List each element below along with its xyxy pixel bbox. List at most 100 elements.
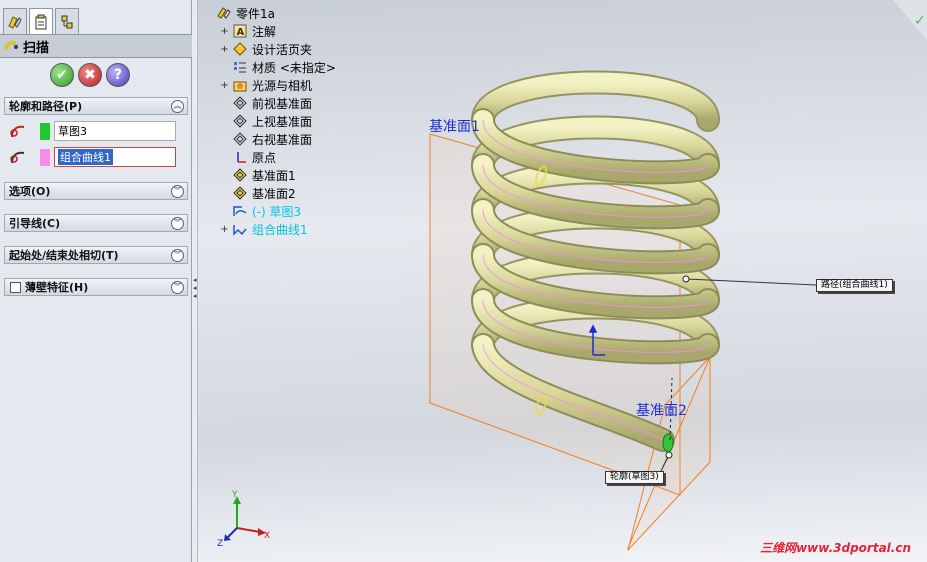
help-icon: ? [113, 67, 123, 83]
sweep-feature-icon [4, 40, 18, 51]
plane-icon [232, 131, 248, 147]
help-button[interactable]: ? [106, 63, 130, 87]
composite-curve-icon [232, 221, 248, 237]
profile-path-group-body: 草图3 组合曲线1 [4, 116, 188, 170]
part-icon [216, 5, 232, 21]
tree-item-label: 光源与相机 [252, 78, 313, 93]
tree-item[interactable]: 原点 [220, 148, 276, 166]
start-end-tangency-group-header[interactable]: 起始处/结束处相切(T) ︾ [4, 246, 188, 264]
triad-y-label: Y [231, 490, 238, 500]
profile-path-group-label: 轮廓和路径(P) [9, 100, 83, 113]
tree-expand-icon[interactable]: + [220, 44, 229, 55]
tree-item[interactable]: + 组合曲线1 [220, 220, 308, 238]
property-manager-icon [35, 14, 47, 30]
tree-item-label: 右视基准面 [252, 132, 313, 147]
tree-item[interactable]: 前视基准面 [220, 94, 312, 112]
property-manager-tab[interactable] [29, 8, 53, 35]
tree-item[interactable]: (-) 草图3 [220, 202, 301, 220]
watermark-cn: 三维网 [760, 541, 797, 555]
ok-button[interactable]: ✔ [50, 63, 74, 87]
tree-item[interactable]: 上视基准面 [220, 112, 312, 130]
tree-expand-icon[interactable]: + [220, 224, 229, 235]
tree-item-label: 零件1a [236, 6, 275, 21]
plane-icon [232, 167, 248, 183]
cancel-button[interactable]: ✖ [78, 63, 102, 87]
manager-tabbar [0, 0, 191, 35]
binder-icon [232, 41, 248, 57]
start-end-tangency-group-label: 起始处/结束处相切(T) [9, 249, 119, 262]
plane-2-label: 基准面2 [636, 403, 687, 419]
options-group-label: 选项(O) [9, 185, 51, 198]
collapse-icon[interactable]: ︽ [171, 99, 184, 113]
tree-item[interactable]: 零件1a [204, 4, 275, 22]
profile-callout[interactable]: 轮廓(草图3) [605, 471, 664, 484]
watermark: 三维网www.3dportal.cn [760, 539, 911, 556]
svg-text:A: A [237, 27, 245, 38]
splitter-grip-icon: ◂ [193, 276, 197, 284]
annotation-icon: A [232, 23, 248, 39]
profile-selection-box[interactable]: 草图3 [54, 121, 176, 141]
plane-1-label: 基准面1 [429, 119, 480, 135]
expand-icon[interactable]: ︾ [171, 280, 184, 294]
corner-check-icon: ✓ [914, 13, 926, 29]
profile-icon [10, 125, 25, 138]
tree-item[interactable]: + 光源与相机 [220, 76, 312, 94]
path-callout[interactable]: 路径(组合曲线1) [816, 279, 893, 292]
splitter-grip-icon: ◂ [193, 292, 197, 300]
guides-group-label: 引导线(C) [9, 217, 61, 230]
property-manager-panel: 扫描 ✔ ✖ ? 轮廓和路径(P) ︽ 草图3 组合曲线1 选项(O) ︾ 引导… [0, 0, 192, 562]
plane-icon [232, 113, 248, 129]
material-icon [232, 59, 248, 75]
thin-feature-checkbox[interactable] [10, 281, 21, 293]
property-manager-title: 扫描 [23, 40, 50, 56]
tree-expand-icon[interactable]: + [220, 26, 229, 37]
expand-icon[interactable]: ︾ [171, 248, 184, 262]
path-selection-box[interactable]: 组合曲线1 [54, 147, 176, 167]
tree-item[interactable]: 右视基准面 [220, 130, 312, 148]
splitter-grip-icon: ◂ [193, 284, 197, 292]
tree-item-label: 基准面1 [252, 168, 296, 183]
tree-item[interactable]: + 设计活页夹 [220, 40, 312, 58]
thin-feature-group-label: 薄壁特征(H) [25, 281, 89, 294]
triad-z-label: Z [217, 539, 223, 549]
thin-feature-group-header[interactable]: 薄壁特征(H) ︾ [4, 278, 188, 296]
guides-group-header[interactable]: 引导线(C) ︾ [4, 214, 188, 232]
sketch-icon [232, 203, 248, 219]
path-icon [10, 151, 25, 164]
configuration-manager-icon [61, 15, 73, 28]
tree-item-label: 设计活页夹 [252, 42, 313, 57]
path-selection-row: 组合曲线1 [4, 146, 188, 168]
view-triad [224, 496, 266, 541]
tree-item-label: 组合曲线1 [252, 222, 308, 237]
expand-icon[interactable]: ︾ [171, 216, 184, 230]
expand-icon[interactable]: ︾ [171, 184, 184, 198]
profile-callout-anchor [665, 451, 673, 459]
profile-selection-row: 草图3 [4, 120, 188, 142]
profile-sketch-circle[interactable] [662, 433, 674, 453]
profile-color-swatch [40, 122, 50, 140]
tree-item[interactable]: + A 注解 [220, 22, 276, 40]
tree-item[interactable]: 材质 <未指定> [220, 58, 336, 76]
origin-icon [232, 149, 248, 165]
tree-item-label: 原点 [252, 150, 277, 165]
graphics-area[interactable]: Y X Z ✓ 基准面1 基准面2 路径(组合曲线1) 轮廓(草图3) 零件1a… [198, 0, 927, 562]
tree-item-label: 基准面2 [252, 186, 296, 201]
profile-path-group-header[interactable]: 轮廓和路径(P) ︽ [4, 97, 188, 115]
tree-item[interactable]: 基准面1 [220, 166, 296, 184]
tree-item-label: 前视基准面 [252, 96, 313, 111]
options-group-header[interactable]: 选项(O) ︾ [4, 182, 188, 200]
tree-item[interactable]: 基准面2 [220, 184, 296, 202]
property-manager-header: 扫描 [0, 34, 192, 58]
feature-manager-tab[interactable] [3, 8, 27, 34]
close-icon: ✖ [84, 67, 96, 83]
tree-expand-icon[interactable]: + [220, 80, 229, 91]
tree-item-label: (-) 草图3 [252, 204, 302, 219]
watermark-url: www.3dportal.cn [796, 541, 911, 555]
configuration-manager-tab[interactable] [55, 8, 79, 34]
path-value: 组合曲线1 [58, 149, 113, 165]
profile-value: 草图3 [58, 125, 87, 138]
pm-action-buttons: ✔ ✖ ? [50, 63, 130, 87]
feature-manager-icon [8, 15, 22, 29]
triad-x-label: X [264, 531, 270, 541]
lights-icon [232, 77, 248, 93]
